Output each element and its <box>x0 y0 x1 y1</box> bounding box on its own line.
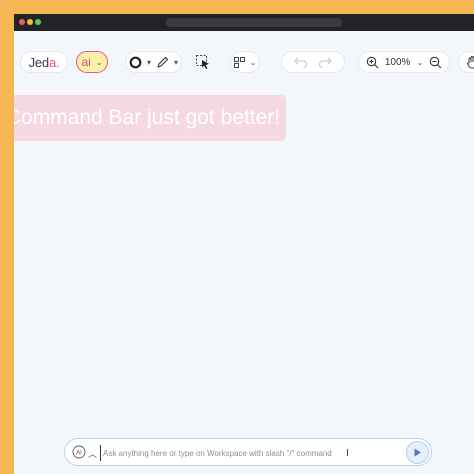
history-group <box>281 51 345 73</box>
send-icon <box>413 448 422 457</box>
chevron-down-icon: ⌄ <box>249 57 257 67</box>
svg-text:AI: AI <box>76 450 82 456</box>
chevron-up-icon[interactable]: ︿ <box>88 447 97 460</box>
chevron-down-icon: ⌄ <box>95 57 103 67</box>
announcement-banner: Command Bar just got better! <box>14 95 286 141</box>
address-bar[interactable] <box>166 18 342 27</box>
banner-text: Command Bar just got better! <box>14 106 281 129</box>
chevron-down-icon[interactable]: ⌄ <box>416 58 423 67</box>
redo-icon[interactable] <box>318 56 332 68</box>
command-bar: AI ︿ I <box>64 438 432 466</box>
undo-icon[interactable] <box>294 56 308 68</box>
app-window: Jeda. ai ⌄ ▾ ▾ ⌄ 100% ⌄ Command Bar just… <box>14 14 474 474</box>
zoom-controls: 100% ⌄ <box>358 51 450 73</box>
send-button[interactable] <box>406 441 429 464</box>
browser-titlebar <box>14 14 474 31</box>
close-window-button[interactable] <box>19 19 25 25</box>
ai-assistant-icon[interactable]: AI <box>72 445 86 459</box>
command-input[interactable] <box>100 445 360 461</box>
maximize-window-button[interactable] <box>35 19 41 25</box>
ai-menu-button[interactable]: ai ⌄ <box>76 51 108 73</box>
layout-grid-icon <box>233 56 245 68</box>
app-logo: Jeda. <box>28 54 60 70</box>
layout-menu-button[interactable]: ⌄ <box>230 51 260 73</box>
draw-tools-group: ▾ ▾ <box>125 51 182 73</box>
zoom-out-icon[interactable] <box>429 56 442 69</box>
zoom-level-dropdown[interactable]: 100% <box>385 57 411 68</box>
hand-tool-button[interactable] <box>458 51 474 73</box>
ai-label: ai <box>81 55 91 69</box>
circle-shape-icon[interactable] <box>129 56 142 69</box>
logo-button[interactable]: Jeda. <box>20 51 68 73</box>
minimize-window-button[interactable] <box>27 19 33 25</box>
select-tool-button[interactable] <box>192 51 214 73</box>
hand-pan-icon <box>466 55 474 69</box>
pencil-dropdown-icon[interactable]: ▾ <box>174 58 178 67</box>
text-cursor-icon: I <box>346 448 349 459</box>
pencil-icon[interactable] <box>156 56 169 69</box>
shape-dropdown-icon[interactable]: ▾ <box>147 58 151 67</box>
zoom-in-icon[interactable] <box>366 56 379 69</box>
top-toolbar: Jeda. ai ⌄ ▾ ▾ ⌄ 100% ⌄ <box>14 31 474 91</box>
selection-cursor-icon <box>195 54 211 70</box>
